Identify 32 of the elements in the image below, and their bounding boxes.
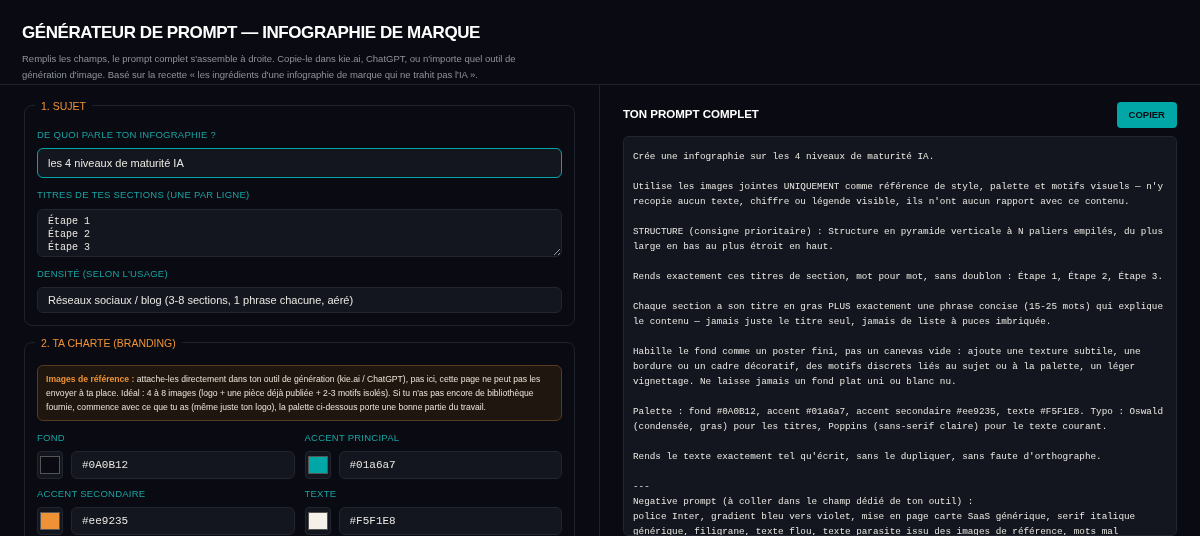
prompt-text: Palette : fond #0A0B12, accent #01a6a7, accent secondaire #ee9235, texte #F5F1E8. Typo : Oswald (condensée, gras) pour les titres, Poppins (sans-serif claire) pour le texte courant. xyxy=(633,405,1164,434)
field-label: FOND xyxy=(37,430,66,445)
hex-field[interactable]: #ee9235 xyxy=(71,507,295,536)
notice-text: Images de référence : attache-les directement dans ton outil de génération (kie.ai / ChatGPT), pas ici, cette page ne peut pas les envoyer à ta place. Idéal : 4 à 8 images (logo + une pièce déjà publiée + 2-3 motifs isolés). Si tu n'as pas encore de bibliothèque fournie, commence avec ce que tu as (même juste ton logo), la palette ci-dessous porte une bonne partie du travail. xyxy=(37,364,562,421)
field-label: TITRES DE TES SECTIONS (UNE PAR LIGNE) xyxy=(37,188,251,203)
hex-field[interactable]: #01a6a7 xyxy=(338,451,562,479)
density-select[interactable]: Réseaux sociaux / blog (3-8 sections, 1 phrase chacune, aéré) xyxy=(37,286,562,313)
prompt-text: Habille le fond comme un poster fini, pas un canevas vide : ajoute une texture subtile, une bordure ou un cadre décoratif, des motifs discrets liés au sujet ou à la palette, un léger vignettage. Ne laisse jamais un fond plat uni ou blanc nu. xyxy=(633,345,1142,389)
hex-field[interactable]: #F5F1E8 xyxy=(338,507,562,536)
output-title: TON PROMPT COMPLET xyxy=(623,107,759,123)
page-title: GÉNÉRATEUR DE PROMPT — INFOGRAPHIE DE MARQUE xyxy=(22,22,481,44)
color-swatch[interactable] xyxy=(37,451,63,479)
field-label: ACCENT SECONDAIRE xyxy=(37,487,147,501)
sections-textarea[interactable]: Étape 1 Étape 2 Étape 3 xyxy=(37,208,562,257)
prompt-text: Utilise les images jointes UNIQUEMENT comme référence de style, palette et motifs visuels — n'y recopie aucun texte, chiffre ou légende visible, ils n'ont aucun rapport avec ce contenu. xyxy=(633,180,1164,209)
prompt-text: Rends le texte exactement tel qu'écrit, sans le dupliquer, sans faute d'orthographe. xyxy=(633,450,1103,464)
text-field[interactable]: les 4 niveaux de maturité IA xyxy=(37,148,562,179)
prompt-text: STRUCTURE (consigne prioritaire) : Structure en pyramide verticale à N paliers empilés, du plus large en bas au plus étroit en haut. xyxy=(633,225,1164,254)
field-label: DENSITÉ (SELON L'USAGE) xyxy=(37,266,169,281)
prompt-text: Rends exactement ces titres de section, mot pour mot, sans doublon : Étape 1, Étape 2, Étape 3. xyxy=(633,270,1164,284)
field-label: ACCENT PRINCIPAL xyxy=(304,430,401,445)
hex-field[interactable]: #0A0B12 xyxy=(71,451,295,479)
copy-button[interactable]: COPIER xyxy=(1116,102,1177,128)
color-swatch[interactable] xyxy=(304,507,331,536)
field-label: TEXTE xyxy=(304,487,338,501)
field-label: DE QUOI PARLE TON INFOGRAPHIE ? xyxy=(37,128,217,142)
color-swatch[interactable] xyxy=(37,507,63,536)
prompt-text: Chaque section a son titre en gras PLUS exactement une phrase concise (15-25 mots) qui explique le contenu — jamais juste le titre seul, jamais de liste à puces imbriquée. xyxy=(633,300,1164,329)
color-swatch[interactable] xyxy=(304,451,331,479)
page-subtitle: Remplis les champs, le prompt complet s'assemble à droite. Copie-le dans kie.ai, ChatGPT, ou n'importe quel outil de génération d'image. Basé sur la recette « les ingrédients d'une infographie de marque qui ne trahit pas l'IA ». xyxy=(22,51,517,82)
prompt-text: --- Negative prompt (à coller dans le champ dédié de ton outil) : police Inter, gradient bleu vers violet, mise en page carte SaaS générique, serif italique générique, filigrane, texte flou, texte parasite issu des images de référence, mots mal xyxy=(633,480,1137,535)
prompt-text: Crée une infographie sur les 4 niveaux de maturité IA. xyxy=(633,150,936,164)
